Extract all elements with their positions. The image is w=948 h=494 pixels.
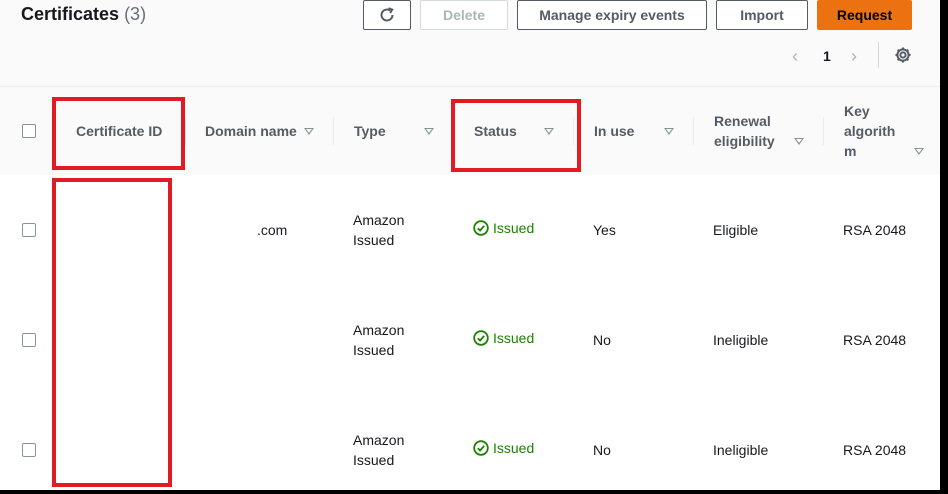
column-divider <box>693 117 694 145</box>
key-header-line2: algorith <box>844 123 896 139</box>
manage-expiry-events-button[interactable]: Manage expiry events <box>517 0 707 30</box>
column-header-key-algorithm[interactable]: Key algorith m <box>844 101 895 161</box>
renewal-eligibility-cell: Eligible <box>713 222 759 238</box>
renewal-header-line2: eligibility <box>714 133 775 149</box>
pagination: ‹ <box>792 44 798 68</box>
in-use-cell: Yes <box>593 222 616 238</box>
import-button[interactable]: Import <box>716 0 808 30</box>
sort-triangle-icon[interactable] <box>794 138 804 145</box>
certificates-page: Certificates (3) Delete Manage expiry ev… <box>0 0 940 490</box>
refresh-button[interactable] <box>363 0 411 30</box>
gear-icon[interactable] <box>893 45 913 65</box>
key-header-line3: m <box>844 143 857 159</box>
column-divider <box>333 117 334 145</box>
key-algorithm-cell: RSA 2048 <box>843 332 907 348</box>
highlight-box-certificate-id-header <box>52 97 185 170</box>
type-line2: Issued <box>353 342 395 358</box>
type-line1: Amazon <box>353 432 405 448</box>
sort-triangle-icon[interactable] <box>664 128 674 135</box>
key-algorithm-cell: RSA 2048 <box>843 442 907 458</box>
in-use-cell: No <box>593 332 611 348</box>
title-text: Certificates <box>21 4 120 24</box>
column-header-domain-name[interactable]: Domain name <box>205 121 297 141</box>
domain-name-cell: .com <box>257 222 288 238</box>
request-button[interactable]: Request <box>817 0 912 30</box>
key-header-line1: Key <box>844 103 870 119</box>
column-header-in-use[interactable]: In use <box>594 121 634 141</box>
type-cell: Amazon Issued <box>353 320 404 360</box>
type-line1: Amazon <box>353 212 405 228</box>
highlight-box-certificate-id-values <box>52 178 172 487</box>
status-text: Issued <box>493 440 535 456</box>
next-page-chevron-icon[interactable]: › <box>851 46 857 67</box>
column-header-type[interactable]: Type <box>354 121 386 141</box>
check-circle-icon <box>473 220 489 236</box>
type-cell: Amazon Issued <box>353 210 404 250</box>
renewal-eligibility-cell: Ineligible <box>713 442 769 458</box>
status-indicator: Issued <box>473 220 534 236</box>
pagination-next: › <box>851 44 857 68</box>
page-number[interactable]: 1 <box>823 48 831 64</box>
key-algorithm-cell: RSA 2048 <box>843 222 907 238</box>
column-divider <box>185 117 186 145</box>
pagination-divider <box>878 42 879 68</box>
prev-page-chevron-icon[interactable]: ‹ <box>792 46 798 67</box>
row-checkbox[interactable] <box>22 223 36 237</box>
column-header-renewal-eligibility[interactable]: Renewal eligibility <box>714 111 775 151</box>
page-title: Certificates (3) <box>21 4 146 25</box>
highlight-box-status-header <box>451 99 581 172</box>
type-cell: Amazon Issued <box>353 430 404 470</box>
check-circle-icon <box>473 440 489 456</box>
status-indicator: Issued <box>473 330 534 346</box>
row-checkbox[interactable] <box>22 333 36 347</box>
status-text: Issued <box>493 220 535 236</box>
status-text: Issued <box>493 330 535 346</box>
delete-button[interactable]: Delete <box>420 0 508 30</box>
select-all-checkbox[interactable] <box>22 124 36 138</box>
refresh-icon <box>380 7 394 22</box>
title-count: (3) <box>124 4 147 24</box>
sort-triangle-icon[interactable] <box>424 128 434 135</box>
renewal-eligibility-cell: Ineligible <box>713 332 769 348</box>
column-divider <box>823 117 824 145</box>
check-circle-icon <box>473 330 489 346</box>
pagination-current: 1 <box>823 44 831 68</box>
in-use-cell: No <box>593 442 611 458</box>
row-checkbox[interactable] <box>22 443 36 457</box>
type-line1: Amazon <box>353 322 405 338</box>
sort-triangle-icon[interactable] <box>304 128 314 135</box>
status-indicator: Issued <box>473 440 534 456</box>
table-header-bar: Certificates (3) Delete Manage expiry ev… <box>0 0 940 86</box>
renewal-header-line1: Renewal <box>714 113 771 129</box>
sort-triangle-icon[interactable] <box>914 148 924 155</box>
type-line2: Issued <box>353 232 395 248</box>
type-line2: Issued <box>353 452 395 468</box>
